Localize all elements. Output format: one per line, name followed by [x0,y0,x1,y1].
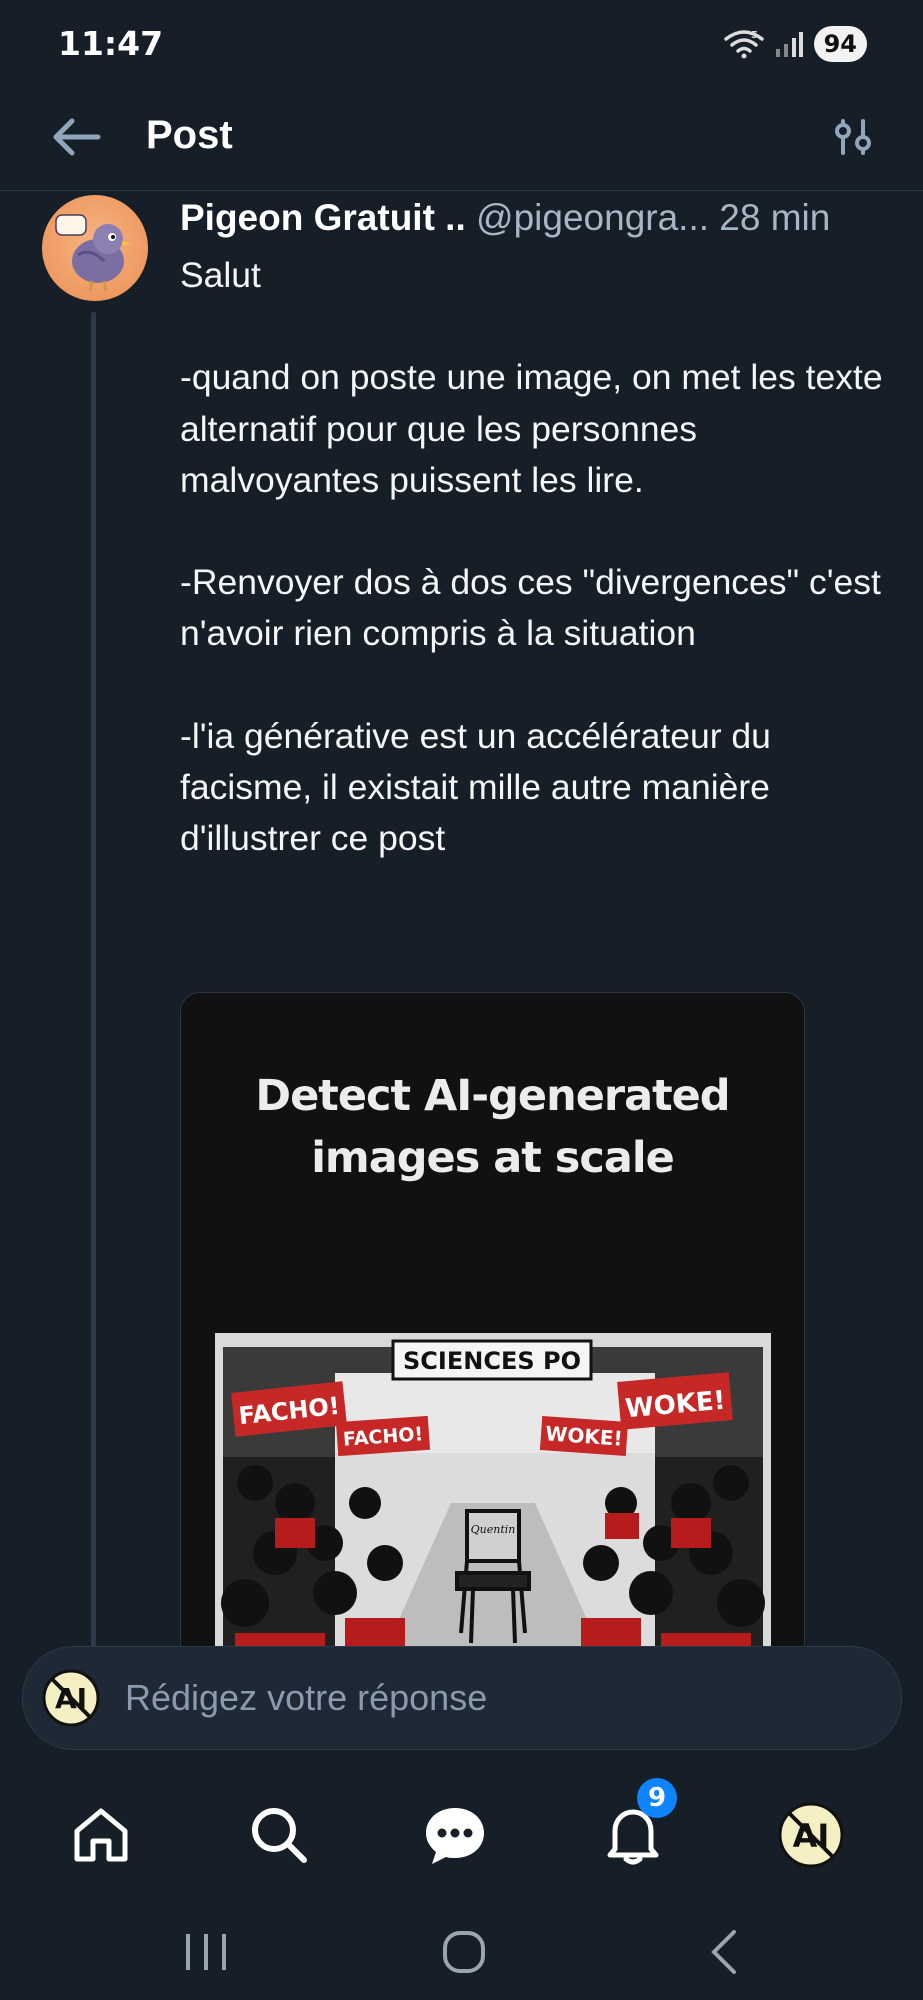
reply-input-placeholder: Rédigez votre réponse [125,1677,488,1718]
back-button[interactable] [44,102,108,172]
nav-search[interactable] [234,1790,324,1880]
thread-line [91,312,96,1647]
user-avatar-icon: AI [42,1669,100,1727]
pigeon-avatar-icon [55,214,132,292]
notifications-badge: 9 [637,1778,677,1818]
sign-text: SCIENCES PO [403,1347,581,1375]
profile-avatar-icon: AI [778,1802,844,1868]
system-navigation-bar [0,1900,923,2000]
nav-messages[interactable] [410,1790,500,1880]
svg-text:5: 5 [751,30,758,41]
battery-indicator: 94 [813,26,867,62]
post-paragraph: Salut [180,255,261,295]
author-name[interactable]: Pigeon Gratuit .. [180,197,466,238]
author-handle[interactable]: @pigeongra... [476,197,709,238]
post-timestamp: 28 min [719,197,831,238]
image-headline-line: images at scale [311,1133,675,1183]
post-text: Salut -quand on poste une image, on met … [180,250,890,864]
search-icon [252,1808,307,1863]
bottom-navigation: 9 AI [0,1760,923,1890]
classroom-illustration: SCIENCES PO FACHO! FACHO! WOKE! WOKE! Qu… [215,1333,771,1673]
home-system-button[interactable] [424,1912,504,1992]
signal-icon [775,32,803,57]
home-circle-icon [443,1931,485,1973]
status-bar: 11:47 5 94 [0,0,923,90]
home-icon [74,1808,128,1862]
author-avatar[interactable] [42,195,148,301]
recents-icon [186,1934,226,1970]
post-image[interactable]: Detect AI-generated images at scale SCIE… [180,992,805,1694]
thread-options-button[interactable] [821,102,885,172]
status-icons: 5 94 [723,24,867,64]
chevron-left-icon [711,1930,736,1974]
status-time: 11:47 [58,24,164,63]
post-paragraph: -Renvoyer dos à dos ces "divergences" c'… [180,562,881,654]
nav-home[interactable] [56,1790,146,1880]
top-app-bar: Post [0,90,923,191]
chair-label: Quentin [471,1523,516,1536]
arrow-left-icon [53,118,101,156]
wifi-icon: 5 [723,30,764,59]
post-header: Pigeon Gratuit .. @pigeongra... 28 min [180,190,900,246]
image-headline: Detect AI-generated images at scale [181,1065,804,1189]
sliders-icon [835,119,871,155]
back-system-button[interactable] [684,1912,764,1992]
recent-apps-button[interactable] [166,1912,246,1992]
post-paragraph: -l'ia générative est un accélérateur du … [180,715,771,859]
chat-bubble-icon [426,1808,484,1864]
nav-profile[interactable]: AI [766,1790,856,1880]
reply-composer[interactable]: AI Rédigez votre réponse [22,1646,902,1750]
post-paragraph: -quand on poste une image, on met les te… [180,357,883,500]
page-title: Post [146,113,233,157]
image-headline-line: Detect AI-generated [255,1071,730,1121]
